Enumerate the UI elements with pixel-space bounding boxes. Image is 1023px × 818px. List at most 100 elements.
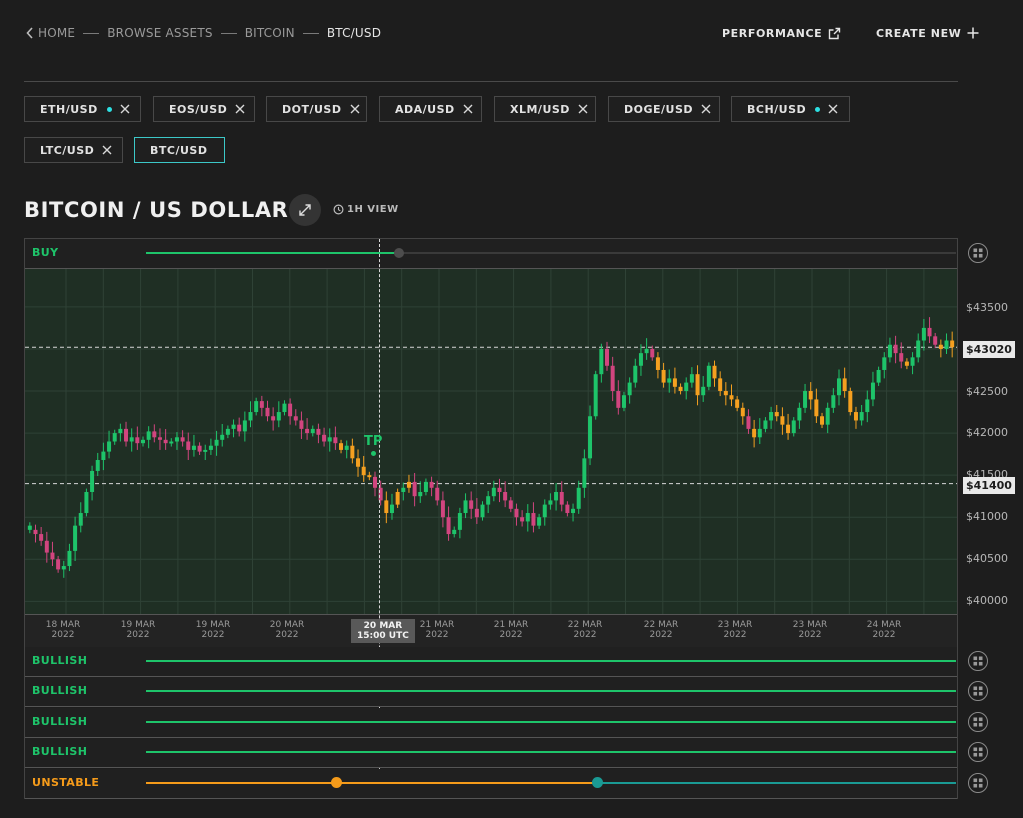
candle[interactable]: [927, 327, 932, 337]
candle[interactable]: [542, 504, 547, 518]
candle[interactable]: [480, 504, 485, 518]
candle[interactable]: [599, 348, 604, 375]
indicator-handle[interactable]: [592, 777, 603, 788]
candle[interactable]: [797, 407, 802, 421]
close-icon[interactable]: [235, 104, 245, 114]
candle[interactable]: [853, 412, 858, 421]
candle[interactable]: [316, 428, 321, 435]
candle[interactable]: [333, 437, 338, 444]
candle[interactable]: [33, 529, 38, 535]
candle[interactable]: [576, 487, 581, 509]
candle[interactable]: [44, 540, 49, 553]
candle[interactable]: [865, 399, 870, 413]
asset-chip[interactable]: LTC/USD: [24, 137, 123, 163]
asset-chip[interactable]: BTC/USD: [134, 137, 225, 163]
candle[interactable]: [791, 420, 796, 434]
create-new-button[interactable]: CREATE NEW: [876, 24, 979, 42]
candle[interactable]: [661, 369, 666, 383]
candle[interactable]: [310, 428, 315, 434]
candle[interactable]: [520, 517, 525, 522]
candle[interactable]: [350, 445, 355, 459]
candle[interactable]: [870, 382, 875, 400]
indicator-handle[interactable]: [331, 777, 342, 788]
candle[interactable]: [876, 369, 881, 383]
candle[interactable]: [571, 508, 576, 514]
candle[interactable]: [910, 357, 915, 366]
candle[interactable]: [282, 403, 287, 413]
candle[interactable]: [701, 386, 706, 396]
candle[interactable]: [356, 458, 361, 467]
candle[interactable]: [774, 412, 779, 417]
candle[interactable]: [118, 428, 123, 434]
candle[interactable]: [627, 382, 632, 396]
candle[interactable]: [305, 428, 310, 434]
candle[interactable]: [174, 437, 179, 442]
asset-chip[interactable]: DOT/USD: [266, 96, 367, 122]
candle[interactable]: [837, 378, 841, 396]
candle[interactable]: [231, 424, 236, 429]
candle[interactable]: [616, 391, 621, 408]
candle[interactable]: [938, 344, 943, 349]
view-selector[interactable]: 1H VIEW: [333, 204, 399, 215]
candle[interactable]: [486, 496, 491, 505]
asset-chip[interactable]: EOS/USD: [153, 96, 255, 122]
candle[interactable]: [638, 353, 643, 366]
close-icon[interactable]: [701, 104, 711, 114]
candle[interactable]: [95, 460, 100, 471]
candle[interactable]: [525, 513, 530, 522]
candle[interactable]: [186, 441, 191, 450]
candle[interactable]: [73, 525, 78, 551]
asset-chip[interactable]: ADA/USD: [379, 96, 482, 122]
close-icon[interactable]: [120, 104, 130, 114]
candle[interactable]: [418, 491, 423, 497]
candle[interactable]: [644, 348, 649, 354]
candle[interactable]: [101, 451, 106, 461]
candle[interactable]: [848, 391, 853, 413]
candle[interactable]: [752, 428, 757, 438]
candle[interactable]: [740, 407, 745, 417]
candle[interactable]: [237, 424, 242, 432]
candle[interactable]: [157, 437, 162, 440]
candle[interactable]: [50, 552, 55, 560]
candle[interactable]: [373, 476, 377, 488]
candle[interactable]: [276, 412, 281, 421]
candle[interactable]: [56, 559, 61, 570]
candle[interactable]: [718, 378, 723, 392]
candle[interactable]: [786, 424, 791, 434]
candle[interactable]: [746, 416, 751, 429]
candle[interactable]: [780, 416, 785, 425]
candle[interactable]: [593, 374, 598, 417]
candle[interactable]: [582, 458, 587, 488]
candle[interactable]: [933, 336, 938, 345]
candle[interactable]: [344, 445, 349, 450]
candle[interactable]: [554, 491, 559, 501]
candle[interactable]: [457, 513, 462, 530]
candle[interactable]: [887, 344, 892, 358]
candle[interactable]: [254, 401, 259, 413]
candle[interactable]: [107, 441, 112, 452]
candle[interactable]: [242, 420, 247, 432]
candle[interactable]: [605, 348, 609, 366]
candle[interactable]: [248, 412, 253, 421]
close-icon[interactable]: [102, 145, 112, 155]
candle[interactable]: [225, 428, 230, 435]
candle[interactable]: [763, 420, 768, 429]
candle[interactable]: [367, 475, 372, 478]
candle[interactable]: [916, 340, 921, 358]
candle[interactable]: [621, 395, 626, 408]
close-icon[interactable]: [463, 104, 473, 114]
candle[interactable]: [904, 361, 909, 366]
candle[interactable]: [90, 470, 95, 492]
candle[interactable]: [27, 525, 32, 530]
candle[interactable]: [429, 481, 434, 488]
candle[interactable]: [893, 344, 898, 354]
candle[interactable]: [112, 433, 117, 442]
candle[interactable]: [39, 534, 44, 541]
candle[interactable]: [633, 365, 638, 383]
grid-menu-button[interactable]: [968, 773, 988, 793]
candle[interactable]: [882, 357, 887, 370]
candle[interactable]: [825, 407, 830, 425]
candle[interactable]: [293, 416, 298, 421]
candle[interactable]: [339, 443, 344, 450]
candle[interactable]: [401, 487, 406, 492]
